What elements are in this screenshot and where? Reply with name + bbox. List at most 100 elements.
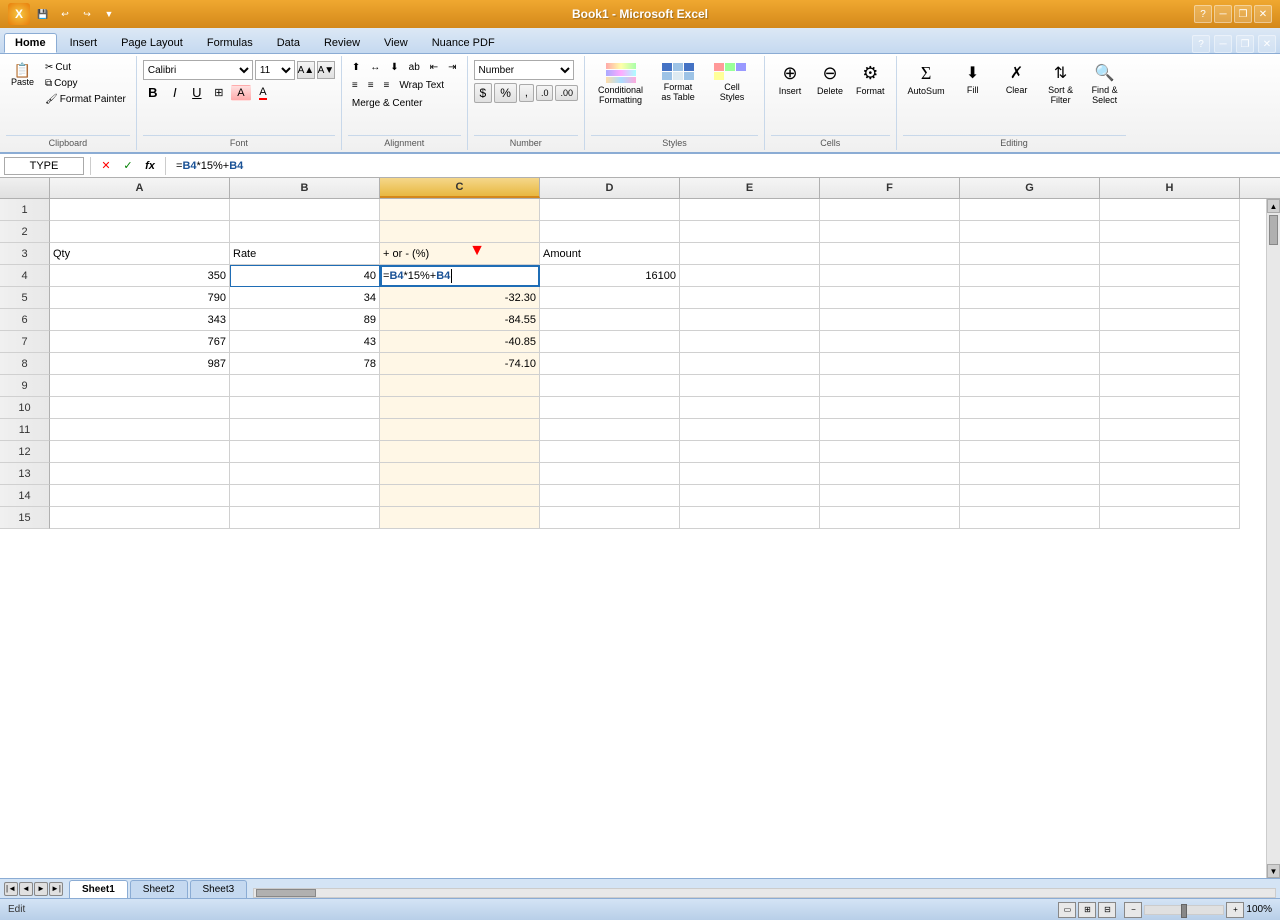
col-header-g[interactable]: G [960,178,1100,198]
increase-font-btn[interactable]: A▲ [297,61,315,79]
cell-f3[interactable] [820,243,960,265]
copy-button[interactable]: ⧉ Copy [41,76,130,91]
sheet-nav-prev[interactable]: ◄ [19,882,33,896]
autosum-btn[interactable]: Σ AutoSum [903,60,950,99]
row-num-14[interactable]: 14 [0,485,50,507]
font-size-select[interactable]: 11 [255,60,295,80]
cell-g4[interactable] [960,265,1100,287]
qat-dropdown[interactable]: ▼ [100,7,118,21]
format-as-table-btn[interactable]: Formatas Table [652,60,704,105]
percent-btn[interactable]: % [494,83,517,103]
cell-a12[interactable] [50,441,230,463]
ribbon-restore[interactable]: ❐ [1236,35,1254,53]
cell-g3[interactable] [960,243,1100,265]
tab-home[interactable]: Home [4,33,57,53]
conditional-formatting-btn[interactable]: ConditionalFormatting [591,60,650,108]
cell-a10[interactable] [50,397,230,419]
format-painter-button[interactable]: 🖌 Format Painter [41,92,130,107]
cell-c10[interactable] [380,397,540,419]
cell-f4[interactable] [820,265,960,287]
cell-b8[interactable]: 78 [230,353,380,375]
clear-btn[interactable]: ✗ Clear [996,60,1038,98]
cell-c9[interactable] [380,375,540,397]
cell-a7[interactable]: 767 [50,331,230,353]
cell-e13[interactable] [680,463,820,485]
sheet-nav-last[interactable]: ►| [49,882,63,896]
zoom-out-btn[interactable]: − [1124,902,1142,918]
cell-c7[interactable]: -40.85 [380,331,540,353]
cell-e9[interactable] [680,375,820,397]
underline-button[interactable]: U [187,83,207,102]
cell-b1[interactable] [230,199,380,221]
cell-g11[interactable] [960,419,1100,441]
scroll-up-btn[interactable]: ▲ [1267,199,1280,213]
row-num-11[interactable]: 11 [0,419,50,441]
cell-d4[interactable]: 16100 [540,265,680,287]
wrap-text-btn[interactable]: Wrap Text [395,78,448,93]
cell-c3[interactable]: + or - (%) ▼ [380,243,540,265]
cell-h6[interactable] [1100,309,1240,331]
text-orientation-btn[interactable]: ab [405,60,424,75]
cell-b3[interactable]: Rate [230,243,380,265]
cell-h1[interactable] [1100,199,1240,221]
cell-g15[interactable] [960,507,1100,529]
ribbon-minimize[interactable]: ─ [1214,35,1232,53]
fill-color-button[interactable]: A [231,85,251,101]
col-header-h[interactable]: H [1100,178,1240,198]
cell-b14[interactable] [230,485,380,507]
cell-d9[interactable] [540,375,680,397]
row-num-10[interactable]: 10 [0,397,50,419]
restore-btn[interactable]: ❐ [1234,5,1252,23]
cell-f13[interactable] [820,463,960,485]
font-name-select[interactable]: Calibri [143,60,253,80]
cell-c11[interactable] [380,419,540,441]
border-button[interactable]: ⊞ [209,84,229,101]
align-bottom-btn[interactable]: ⬇ [386,60,402,75]
col-header-e[interactable]: E [680,178,820,198]
cell-d3[interactable]: Amount [540,243,680,265]
tab-review[interactable]: Review [313,33,371,53]
cell-e8[interactable] [680,353,820,375]
format-btn[interactable]: ⚙ Format [851,60,890,99]
italic-button[interactable]: I [165,83,185,102]
cell-b10[interactable] [230,397,380,419]
cell-e12[interactable] [680,441,820,463]
sheet-nav-first[interactable]: |◄ [4,882,18,896]
cell-a4[interactable]: 350 [50,265,230,287]
cell-f2[interactable] [820,221,960,243]
zoom-slider[interactable] [1144,905,1224,915]
cell-e14[interactable] [680,485,820,507]
cell-a9[interactable] [50,375,230,397]
cell-a14[interactable] [50,485,230,507]
align-right-btn[interactable]: ≡ [380,78,394,93]
row-num-1[interactable]: 1 [0,199,50,221]
cell-d2[interactable] [540,221,680,243]
cell-h3[interactable] [1100,243,1240,265]
cell-a8[interactable]: 987 [50,353,230,375]
name-box[interactable]: TYPE [4,157,84,175]
cell-b4[interactable]: 40 [230,265,380,287]
cell-b15[interactable] [230,507,380,529]
row-num-15[interactable]: 15 [0,507,50,529]
col-header-d[interactable]: D [540,178,680,198]
row-num-7[interactable]: 7 [0,331,50,353]
save-quick-btn[interactable]: 💾 [34,7,52,21]
cell-a2[interactable] [50,221,230,243]
normal-view-btn[interactable]: ▭ [1058,902,1076,918]
cell-c14[interactable] [380,485,540,507]
vertical-scrollbar[interactable]: ▲ ▼ [1266,199,1280,878]
cell-d5[interactable] [540,287,680,309]
cell-e2[interactable] [680,221,820,243]
cell-c6[interactable]: -84.55 [380,309,540,331]
cell-e5[interactable] [680,287,820,309]
cell-b6[interactable]: 89 [230,309,380,331]
cell-g10[interactable] [960,397,1100,419]
decrease-decimal-btn[interactable]: .00 [555,85,578,101]
cell-b2[interactable] [230,221,380,243]
indent-increase-btn[interactable]: ⇥ [444,60,460,75]
cell-f8[interactable] [820,353,960,375]
cell-g2[interactable] [960,221,1100,243]
cell-b12[interactable] [230,441,380,463]
align-left-btn[interactable]: ≡ [348,78,362,93]
row-num-8[interactable]: 8 [0,353,50,375]
